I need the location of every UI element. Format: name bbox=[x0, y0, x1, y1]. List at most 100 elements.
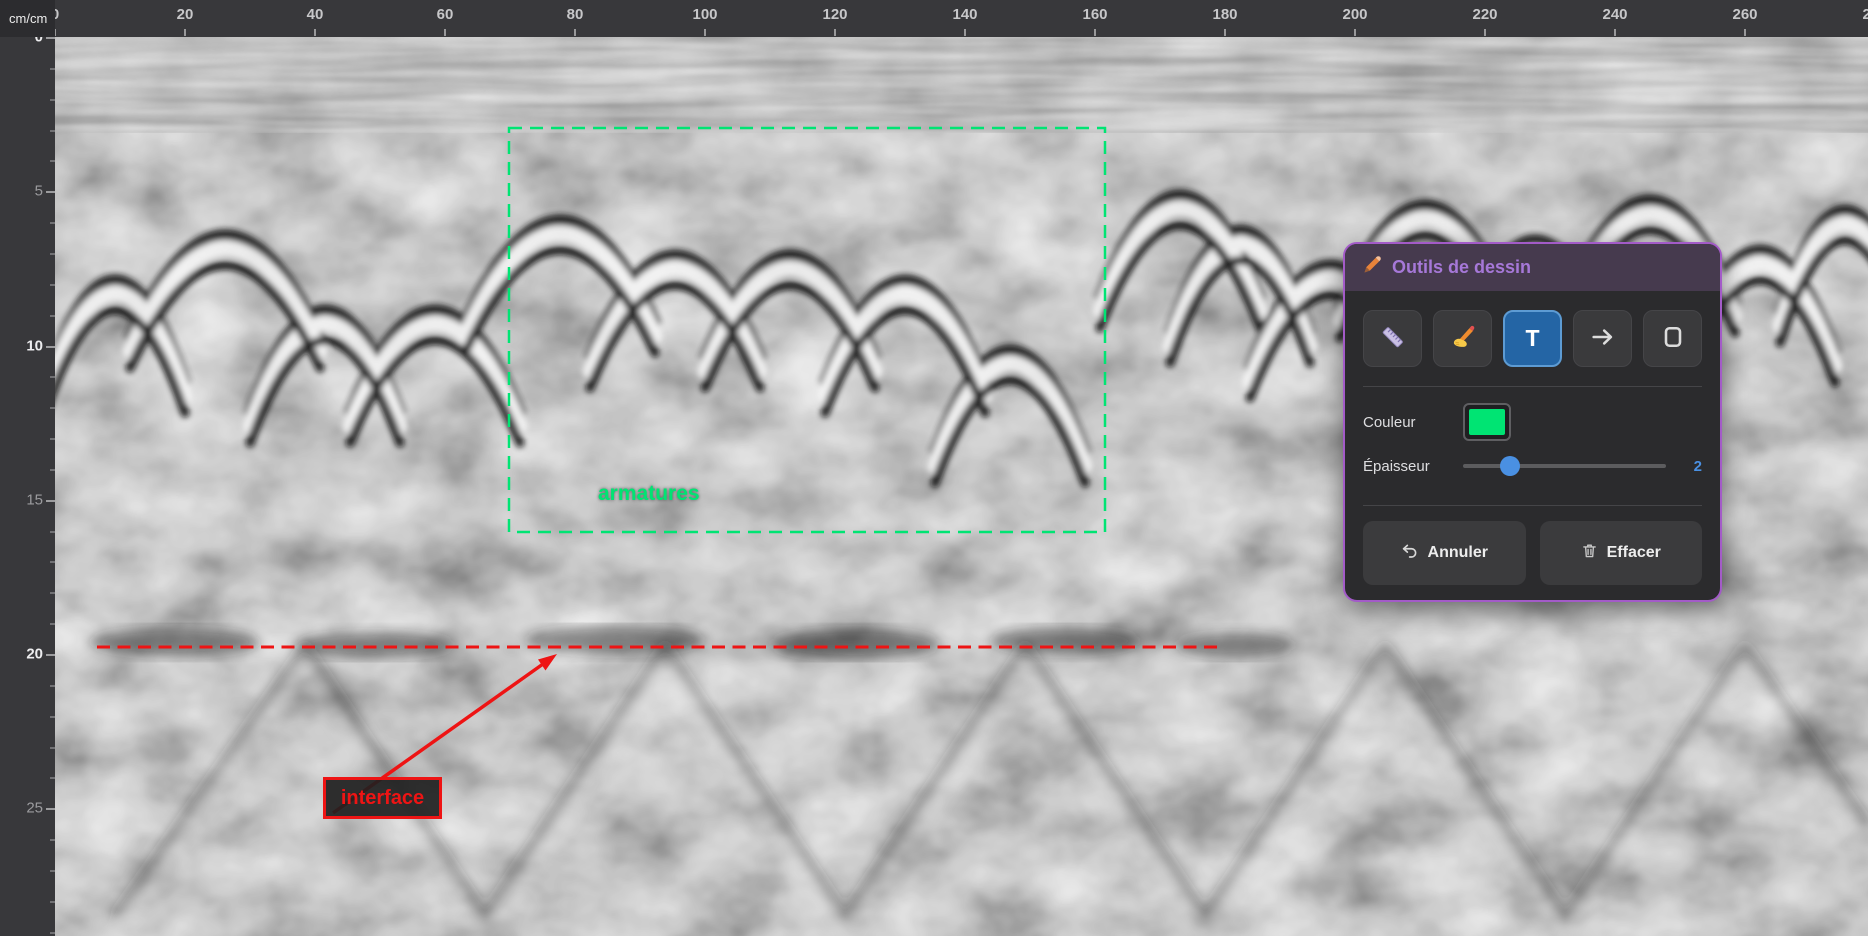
tool-arrow-button[interactable] bbox=[1573, 310, 1632, 367]
depth-minor-tick bbox=[50, 130, 55, 132]
rectangle-icon bbox=[1659, 323, 1687, 354]
ruler-tick bbox=[314, 29, 316, 36]
ruler-tick-label: 140 bbox=[952, 6, 977, 23]
depth-major-tick bbox=[46, 808, 55, 810]
thickness-value: 2 bbox=[1678, 458, 1702, 475]
depth-tick-label: 25 bbox=[26, 800, 43, 817]
text-tool-glyph: T bbox=[1525, 325, 1539, 352]
depth-minor-tick bbox=[50, 222, 55, 224]
ruler-tick bbox=[1484, 29, 1486, 36]
depth-minor-tick bbox=[50, 623, 55, 625]
depth-minor-tick bbox=[50, 531, 55, 533]
ruler-tick-label: 200 bbox=[1342, 6, 1367, 23]
depth-minor-tick bbox=[50, 592, 55, 594]
depth-minor-tick bbox=[50, 68, 55, 70]
slider-track[interactable] bbox=[1463, 464, 1666, 468]
depth-major-tick bbox=[46, 654, 55, 656]
ruler-tick-label: 220 bbox=[1472, 6, 1497, 23]
depth-minor-tick bbox=[50, 932, 55, 934]
depth-minor-tick bbox=[50, 839, 55, 841]
ruler-tick bbox=[704, 29, 706, 36]
clear-label: Effacer bbox=[1607, 544, 1661, 562]
depth-axis: 0510152025 bbox=[0, 37, 55, 936]
depth-major-tick bbox=[46, 346, 55, 348]
actions-row: Annuler Effacer bbox=[1363, 521, 1702, 585]
horizontal-ruler: 020406080100120140160180200220240260280 bbox=[0, 0, 1868, 37]
depth-tick-label: 10 bbox=[26, 337, 43, 354]
ruler-tick bbox=[1354, 29, 1356, 36]
pencil-icon bbox=[1362, 255, 1382, 280]
ruler-tick bbox=[964, 29, 966, 36]
depth-minor-tick bbox=[50, 747, 55, 749]
ruler-tick-label: 260 bbox=[1732, 6, 1757, 23]
clear-button[interactable]: Effacer bbox=[1540, 521, 1703, 585]
ruler-icon bbox=[1379, 323, 1407, 354]
tool-measure-button[interactable] bbox=[1363, 310, 1422, 367]
ruler-tick-label: 280 bbox=[1862, 6, 1868, 23]
depth-minor-tick bbox=[50, 469, 55, 471]
depth-minor-tick bbox=[50, 160, 55, 162]
depth-minor-tick bbox=[50, 777, 55, 779]
tool-text-button[interactable]: T bbox=[1503, 310, 1562, 367]
thickness-slider[interactable] bbox=[1463, 456, 1666, 476]
tool-row: T bbox=[1363, 310, 1702, 367]
depth-minor-tick bbox=[50, 901, 55, 903]
arrow-right-icon bbox=[1589, 323, 1617, 354]
ruler-tick bbox=[1744, 29, 1746, 36]
ruler-tick bbox=[1224, 29, 1226, 36]
undo-button[interactable]: Annuler bbox=[1363, 521, 1526, 585]
ruler-tick-label: 160 bbox=[1082, 6, 1107, 23]
color-picker-swatch[interactable] bbox=[1463, 403, 1511, 441]
ruler-tick bbox=[184, 29, 186, 36]
tool-rectangle-button[interactable] bbox=[1643, 310, 1702, 367]
tool-freehand-button[interactable] bbox=[1433, 310, 1492, 367]
depth-major-tick bbox=[46, 191, 55, 193]
depth-minor-tick bbox=[50, 284, 55, 286]
gpr-viewer-app: 020406080100120140160180200220240260280 … bbox=[0, 0, 1868, 936]
ruler-tick-label: 20 bbox=[177, 6, 194, 23]
depth-major-tick bbox=[46, 37, 55, 39]
ruler-tick bbox=[834, 29, 836, 36]
ruler-tick bbox=[574, 29, 576, 36]
slider-thumb[interactable] bbox=[1500, 456, 1520, 476]
depth-minor-tick bbox=[50, 376, 55, 378]
ruler-tick bbox=[1614, 29, 1616, 36]
depth-minor-tick bbox=[50, 685, 55, 687]
depth-tick-label: 20 bbox=[26, 646, 43, 663]
depth-minor-tick bbox=[50, 870, 55, 872]
color-label: Couleur bbox=[1363, 414, 1463, 431]
ruler-tick-label: 40 bbox=[307, 6, 324, 23]
panel-body: T bbox=[1345, 291, 1720, 602]
drawing-tools-panel: Outils de dessin bbox=[1343, 242, 1722, 602]
ruler-tick-label: 60 bbox=[437, 6, 454, 23]
depth-tick-label: 15 bbox=[26, 491, 43, 508]
depth-minor-tick bbox=[50, 561, 55, 563]
ruler-tick-label: 240 bbox=[1602, 6, 1627, 23]
depth-major-tick bbox=[46, 500, 55, 502]
undo-arrow-icon bbox=[1401, 542, 1419, 565]
panel-title: Outils de dessin bbox=[1392, 257, 1531, 278]
ruler-tick-label: 180 bbox=[1212, 6, 1237, 23]
depth-minor-tick bbox=[50, 99, 55, 101]
depth-minor-tick bbox=[50, 407, 55, 409]
color-row: Couleur bbox=[1363, 402, 1702, 442]
depth-minor-tick bbox=[50, 315, 55, 317]
ruler-tick-label: 80 bbox=[567, 6, 584, 23]
panel-drag-handle[interactable]: Outils de dessin bbox=[1345, 244, 1720, 291]
depth-minor-tick bbox=[50, 438, 55, 440]
depth-minor-tick bbox=[50, 253, 55, 255]
undo-label: Annuler bbox=[1428, 544, 1488, 562]
writing-hand-icon bbox=[1449, 323, 1477, 354]
ruler-tick bbox=[1094, 29, 1096, 36]
ruler-tick-label: 100 bbox=[692, 6, 717, 23]
divider bbox=[1363, 505, 1702, 506]
thickness-row: Épaisseur 2 bbox=[1363, 446, 1702, 486]
trash-icon bbox=[1581, 542, 1598, 564]
axis-unit-label: cm/cm bbox=[0, 0, 55, 37]
unit-text: cm/cm bbox=[9, 11, 47, 26]
divider bbox=[1363, 386, 1702, 387]
color-swatch-fill bbox=[1469, 409, 1505, 435]
thickness-label: Épaisseur bbox=[1363, 458, 1463, 475]
depth-minor-tick bbox=[50, 716, 55, 718]
ruler-tick-label: 120 bbox=[822, 6, 847, 23]
